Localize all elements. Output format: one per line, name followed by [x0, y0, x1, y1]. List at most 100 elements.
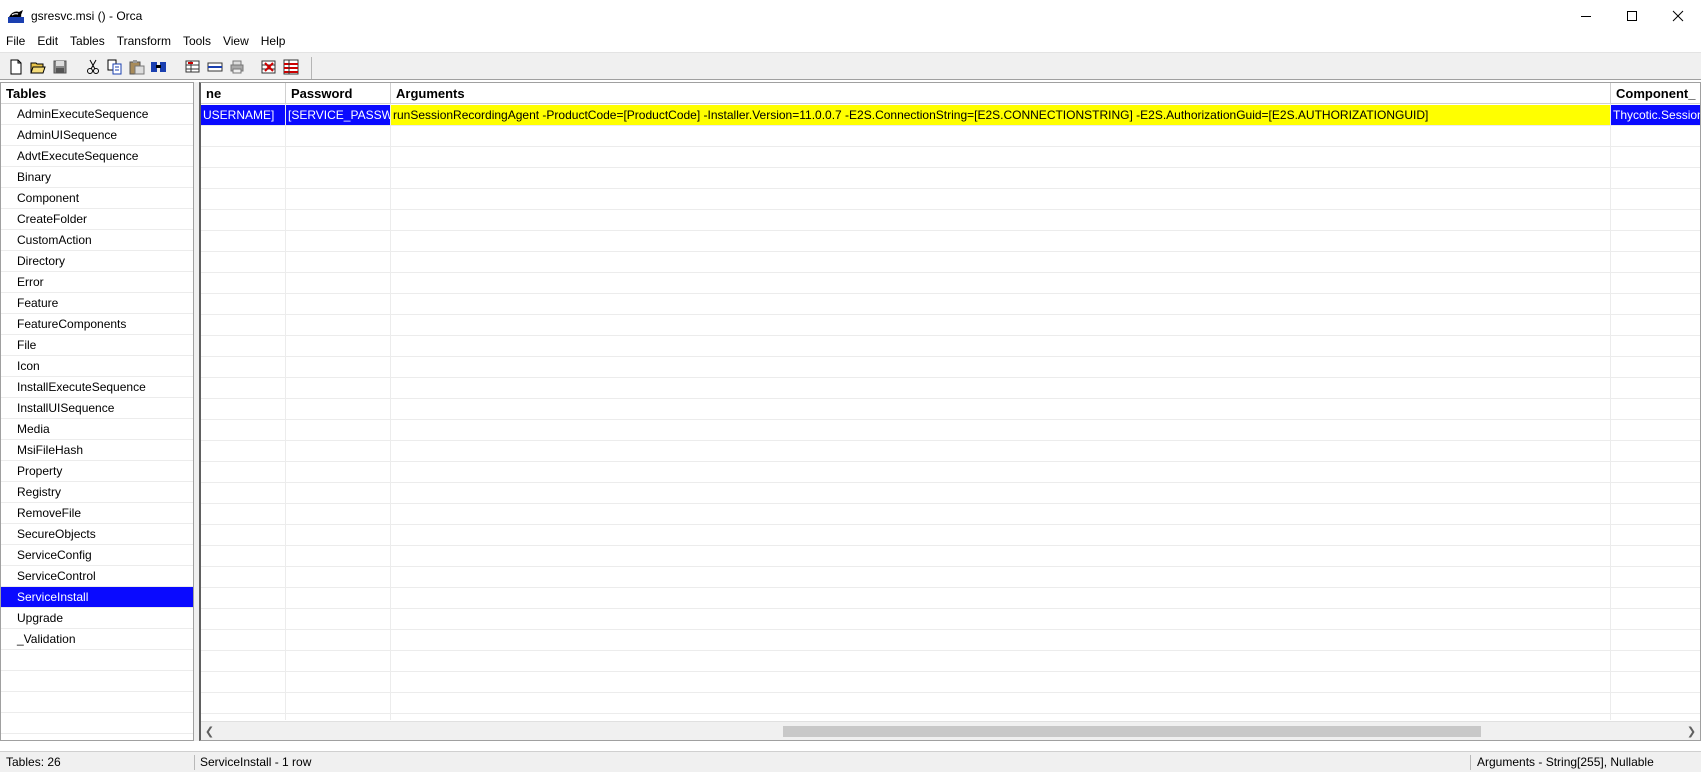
menu-tools[interactable]: Tools [177, 31, 217, 51]
new-icon [10, 59, 22, 75]
add-row-button[interactable] [182, 56, 204, 78]
minimize-button[interactable] [1563, 0, 1609, 31]
table-list-item[interactable]: Media [1, 419, 193, 440]
maximize-icon [1627, 10, 1637, 21]
table-list-item[interactable]: SecureObjects [1, 524, 193, 545]
menu-edit[interactable]: Edit [31, 31, 64, 51]
cell-component[interactable]: Thycotic.Session [1611, 105, 1700, 125]
maximize-button[interactable] [1609, 0, 1655, 31]
table-list-item[interactable]: Binary [1, 167, 193, 188]
table-list-item[interactable]: _Validation [1, 629, 193, 650]
table-list-item[interactable]: InstallExecuteSequence [1, 377, 193, 398]
grid-header: ne Password Arguments Component_ [201, 83, 1700, 104]
table-list-item[interactable]: ServiceInstall [1, 587, 193, 608]
column-header-component[interactable]: Component_ [1611, 83, 1700, 104]
print-button[interactable] [226, 56, 248, 78]
table-list-item[interactable]: Property [1, 461, 193, 482]
close-button[interactable] [1655, 0, 1701, 31]
cut-icon [87, 59, 99, 74]
tables-header: Tables [1, 83, 193, 104]
table-list-item[interactable]: RemoveFile [1, 503, 193, 524]
menu-tables[interactable]: Tables [64, 31, 111, 51]
grid-row-divider [201, 545, 1700, 546]
table-list-item[interactable]: MsiFileHash [1, 440, 193, 461]
copy-button[interactable] [104, 56, 126, 78]
grid-row-divider [201, 335, 1700, 336]
grid-row-divider [201, 293, 1700, 294]
cell-arguments[interactable]: runSessionRecordingAgent -ProductCode=[P… [391, 105, 1610, 125]
status-divider [194, 755, 195, 770]
open-button[interactable] [27, 56, 49, 78]
scroll-right-arrow-icon[interactable]: ❯ [1683, 722, 1700, 740]
menu-transform[interactable]: Transform [111, 31, 177, 51]
table-grid-pane[interactable]: ne Password Arguments Component_ USERNAM… [199, 82, 1701, 741]
table-list-item[interactable]: AdvtExecuteSequence [1, 146, 193, 167]
drop-table-button[interactable] [204, 56, 226, 78]
cell-password[interactable]: [SERVICE_PASSW... [286, 105, 390, 125]
table-list-item[interactable]: Icon [1, 356, 193, 377]
grid-row-divider [201, 713, 1700, 714]
table-list-item[interactable]: CustomAction [1, 230, 193, 251]
table-list-item[interactable]: Registry [1, 482, 193, 503]
table-list-item[interactable]: AdminExecuteSequence [1, 104, 193, 125]
find-icon [151, 62, 166, 72]
toolbar-separator [311, 57, 312, 79]
column-header-arguments[interactable]: Arguments [391, 83, 1611, 104]
find-button[interactable] [148, 56, 170, 78]
grid-row-divider [201, 671, 1700, 672]
toolbar-table-group [182, 55, 248, 79]
menu-help[interactable]: Help [255, 31, 292, 51]
table-list-item[interactable]: Error [1, 272, 193, 293]
table-list-item[interactable]: InstallUISequence [1, 398, 193, 419]
new-button[interactable] [5, 56, 27, 78]
table-list-item[interactable]: Upgrade [1, 608, 193, 629]
paste-button[interactable] [126, 56, 148, 78]
grid-row-divider [201, 356, 1700, 357]
empty-list-row [1, 671, 193, 692]
grid-row-divider [201, 629, 1700, 630]
cell-name[interactable]: USERNAME] [201, 105, 285, 125]
grid-row-divider [201, 125, 1700, 126]
cut-button[interactable] [82, 56, 104, 78]
table-list-item[interactable]: FeatureComponents [1, 314, 193, 335]
table-list-item[interactable]: AdminUISequence [1, 125, 193, 146]
toolbar-file-group [5, 55, 71, 79]
grid-row-divider [201, 167, 1700, 168]
validate-button[interactable] [258, 56, 280, 78]
menu-bar: File Edit Tables Transform Tools View He… [0, 31, 1701, 51]
minimize-icon [1581, 15, 1591, 17]
horizontal-scrollbar[interactable]: ❮ ❯ [201, 721, 1700, 740]
empty-list-row [1, 692, 193, 713]
grid-column-divider [285, 104, 286, 720]
menu-view[interactable]: View [217, 31, 255, 51]
grid-row-divider [201, 377, 1700, 378]
scrollbar-thumb[interactable] [783, 726, 1481, 737]
grid-row-divider [201, 272, 1700, 273]
tables-list: AdminExecuteSequence AdminUISequence AdvtE… [1, 104, 193, 734]
orca-app-icon[interactable] [7, 8, 25, 24]
column-header-name[interactable]: ne [201, 83, 286, 104]
grid-row-divider [201, 209, 1700, 210]
toolbar [0, 52, 1701, 80]
table-list-item[interactable]: Component [1, 188, 193, 209]
grid-row-divider [201, 608, 1700, 609]
grid-row-divider [201, 587, 1700, 588]
table-list-item[interactable]: Directory [1, 251, 193, 272]
scroll-left-arrow-icon[interactable]: ❮ [201, 722, 218, 740]
table-list-item[interactable]: ServiceControl [1, 566, 193, 587]
paste-icon [129, 60, 145, 75]
save-button[interactable] [49, 56, 71, 78]
column-header-password[interactable]: Password [286, 83, 391, 104]
grid-row-divider [201, 419, 1700, 420]
add-row-icon [185, 60, 200, 73]
table-list-item[interactable]: CreateFolder [1, 209, 193, 230]
table-list-item[interactable]: ServiceConfig [1, 545, 193, 566]
grid-row-divider [201, 524, 1700, 525]
grid-row-divider [201, 461, 1700, 462]
table-view-button[interactable] [280, 56, 302, 78]
table-list-item[interactable]: Feature [1, 293, 193, 314]
toolbar-edit-group [82, 55, 170, 79]
table-list-item[interactable]: File [1, 335, 193, 356]
tables-list-pane[interactable]: Tables AdminExecuteSequence AdminUISequen… [0, 82, 194, 741]
menu-file[interactable]: File [0, 31, 31, 51]
